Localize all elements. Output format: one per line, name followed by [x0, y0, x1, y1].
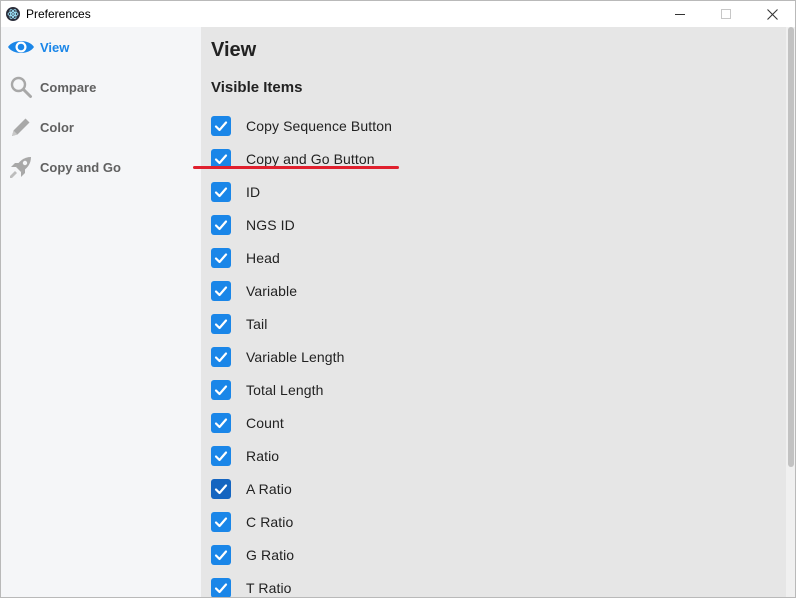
visible-items-list: Copy Sequence Button Copy and Go Button … — [211, 109, 392, 597]
checkbox[interactable] — [211, 478, 231, 499]
check-icon — [214, 186, 228, 197]
checkbox-variable-length[interactable]: Variable Length — [211, 340, 392, 373]
checkbox[interactable] — [211, 346, 231, 367]
check-icon — [214, 483, 228, 494]
check-icon — [214, 450, 228, 461]
check-icon — [214, 219, 228, 230]
minimize-button[interactable] — [657, 1, 703, 27]
maximize-button[interactable] — [703, 1, 749, 27]
sidebar-item-copy-and-go[interactable]: Copy and Go — [1, 147, 201, 187]
checkbox[interactable] — [211, 214, 231, 235]
close-button[interactable] — [749, 1, 795, 27]
checkbox-label: Variable — [246, 282, 298, 299]
sidebar-item-compare[interactable]: Compare — [1, 67, 201, 107]
pencil-icon — [7, 113, 35, 141]
check-icon — [214, 384, 228, 395]
check-icon — [214, 516, 228, 527]
checkbox[interactable] — [211, 412, 231, 433]
checkbox-label: Ratio — [246, 447, 280, 464]
checkbox-ratio[interactable]: Ratio — [211, 439, 392, 472]
window-controls — [657, 1, 795, 27]
checkbox-label: A Ratio — [246, 480, 292, 497]
preferences-window: Preferences View Compare Color Copy and … — [0, 0, 796, 598]
eye-icon — [7, 33, 35, 61]
sidebar-item-label: Compare — [40, 79, 97, 95]
checkbox[interactable] — [211, 544, 231, 565]
scrollbar-thumb[interactable] — [788, 27, 794, 467]
sidebar-item-label: Color — [40, 119, 74, 135]
sidebar-item-color[interactable]: Color — [1, 107, 201, 147]
red-underline-annotation — [193, 166, 399, 169]
checkbox[interactable] — [211, 577, 231, 597]
checkbox-head[interactable]: Head — [211, 241, 392, 274]
main-content: View Visible Items Copy Sequence Button … — [201, 27, 786, 597]
checkbox-t-ratio[interactable]: T Ratio — [211, 571, 392, 597]
checkbox-tail[interactable]: Tail — [211, 307, 392, 340]
checkbox-label: Variable Length — [246, 348, 345, 365]
checkbox[interactable] — [211, 181, 231, 202]
checkbox[interactable] — [211, 445, 231, 466]
checkbox-label: C Ratio — [246, 513, 294, 530]
check-icon — [214, 582, 228, 593]
checkbox-label: Tail — [246, 315, 268, 332]
title-bar[interactable]: Preferences — [1, 1, 795, 27]
checkbox[interactable] — [211, 379, 231, 400]
page-title: View — [211, 39, 257, 61]
checkbox-copy-and-go-button[interactable]: Copy and Go Button — [211, 142, 392, 175]
sidebar: View Compare Color Copy and Go — [1, 27, 201, 597]
check-icon — [214, 549, 228, 560]
window-title: Preferences — [26, 7, 91, 21]
search-icon — [7, 73, 35, 101]
check-icon — [214, 252, 228, 263]
electron-icon — [6, 7, 20, 21]
checkbox-g-ratio[interactable]: G Ratio — [211, 538, 392, 571]
checkbox[interactable] — [211, 313, 231, 334]
sidebar-item-label: View — [40, 39, 70, 55]
checkbox[interactable] — [211, 280, 231, 301]
checkbox[interactable] — [211, 247, 231, 268]
check-icon — [214, 417, 228, 428]
checkbox-label: G Ratio — [246, 546, 295, 563]
checkbox-a-ratio[interactable]: A Ratio — [211, 472, 392, 505]
close-icon — [766, 8, 778, 20]
check-icon — [214, 153, 228, 164]
check-icon — [214, 285, 228, 296]
checkbox-label: T Ratio — [246, 579, 292, 596]
checkbox-variable[interactable]: Variable — [211, 274, 392, 307]
checkbox[interactable] — [211, 115, 231, 136]
checkbox-label: Copy and Go Button — [246, 150, 375, 167]
check-icon — [214, 318, 228, 329]
maximize-icon — [720, 8, 731, 19]
checkbox-total-length[interactable]: Total Length — [211, 373, 392, 406]
rocket-icon — [7, 153, 35, 181]
sidebar-item-label: Copy and Go — [40, 159, 121, 175]
checkbox-c-ratio[interactable]: C Ratio — [211, 505, 392, 538]
section-title: Visible Items — [211, 79, 303, 96]
sidebar-item-view[interactable]: View — [1, 27, 201, 67]
checkbox-count[interactable]: Count — [211, 406, 392, 439]
checkbox-label: NGS ID — [246, 216, 295, 233]
minimize-icon — [674, 13, 685, 15]
checkbox-label: Head — [246, 249, 280, 266]
checkbox-label: Count — [246, 414, 284, 431]
checkbox-ngs-id[interactable]: NGS ID — [211, 208, 392, 241]
check-icon — [214, 351, 228, 362]
checkbox-label: Copy Sequence Button — [246, 117, 392, 134]
checkbox-label: Total Length — [246, 381, 324, 398]
check-icon — [214, 120, 228, 131]
checkbox-id[interactable]: ID — [211, 175, 392, 208]
checkbox[interactable] — [211, 511, 231, 532]
checkbox-label: ID — [246, 183, 261, 200]
checkbox-copy-sequence-button[interactable]: Copy Sequence Button — [211, 109, 392, 142]
vertical-scrollbar[interactable] — [786, 27, 795, 597]
